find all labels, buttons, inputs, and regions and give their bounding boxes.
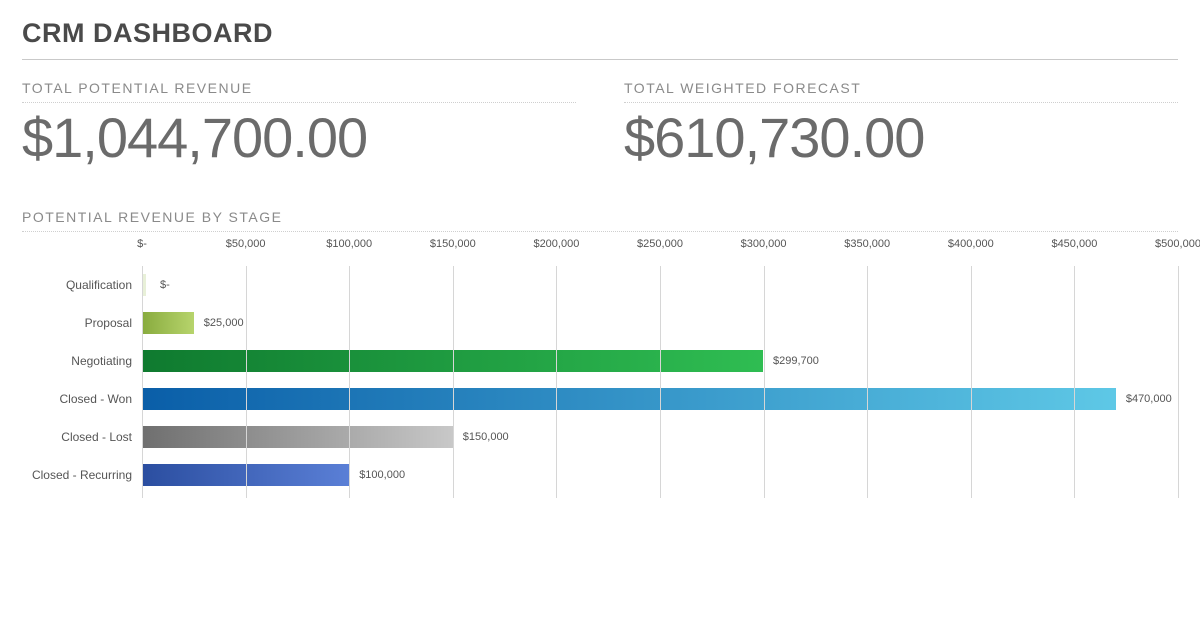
gridline	[453, 266, 454, 498]
category-label: Proposal	[22, 304, 142, 342]
bar-value-label: $470,000	[1126, 393, 1172, 405]
gridline	[971, 266, 972, 498]
bar: $150,000	[142, 426, 453, 448]
gridline	[1074, 266, 1075, 498]
category-label: Closed - Recurring	[22, 456, 142, 494]
gridline	[1178, 266, 1179, 498]
gridline	[660, 266, 661, 498]
bar: $470,000	[142, 388, 1116, 410]
x-tick-label: $150,000	[430, 238, 476, 250]
gridline	[349, 266, 350, 498]
plot-area: $- $50,000 $100,000 $150,000 $200,000 $250,00…	[142, 238, 1178, 498]
bar: $25,000	[142, 312, 194, 334]
x-tick-label: $50,000	[226, 238, 266, 250]
bar-value-label: $25,000	[204, 317, 244, 329]
x-tick-label: $200,000	[533, 238, 579, 250]
kpi-row: TOTAL POTENTIAL REVENUE $1,044,700.00 TO…	[22, 80, 1178, 169]
bar-value-label: $100,000	[359, 469, 405, 481]
gridline	[556, 266, 557, 498]
bar-value-label: $-	[160, 279, 170, 291]
x-tick-label: $500,000	[1155, 238, 1200, 250]
kpi-weighted-forecast: TOTAL WEIGHTED FORECAST $610,730.00	[624, 80, 1178, 169]
kpi-value: $610,730.00	[624, 107, 1178, 169]
bar-value-label: $150,000	[463, 431, 509, 443]
kpi-potential-revenue: TOTAL POTENTIAL REVENUE $1,044,700.00	[22, 80, 576, 169]
gridline	[867, 266, 868, 498]
gridline	[142, 266, 143, 498]
category-axis: Qualification Proposal Negotiating Close…	[22, 238, 142, 498]
page-title: CRM DASHBOARD	[22, 18, 1178, 49]
x-tick-label: $-	[137, 238, 147, 250]
category-label: Closed - Lost	[22, 418, 142, 456]
dashboard-page: CRM DASHBOARD TOTAL POTENTIAL REVENUE $1…	[0, 0, 1200, 620]
x-tick-label: $250,000	[637, 238, 683, 250]
kpi-label: TOTAL POTENTIAL REVENUE	[22, 80, 576, 103]
x-tick-label: $450,000	[1051, 238, 1097, 250]
x-axis-ticks: $-$50,000$100,000$150,000$200,000$250,00…	[142, 238, 1178, 266]
x-tick-label: $400,000	[948, 238, 994, 250]
category-label: Negotiating	[22, 342, 142, 380]
category-label: Closed - Won	[22, 380, 142, 418]
chart-section-label: POTENTIAL REVENUE BY STAGE	[22, 209, 1178, 232]
x-tick-label: $300,000	[741, 238, 787, 250]
x-tick-label: $350,000	[844, 238, 890, 250]
category-label: Qualification	[22, 266, 142, 304]
chart-section: POTENTIAL REVENUE BY STAGE Qualification…	[22, 209, 1178, 498]
gridline	[246, 266, 247, 498]
x-tick-label: $100,000	[326, 238, 372, 250]
bar-value-label: $299,700	[773, 355, 819, 367]
title-divider	[22, 59, 1178, 60]
kpi-label: TOTAL WEIGHTED FORECAST	[624, 80, 1178, 103]
gridline	[764, 266, 765, 498]
chart-area: Qualification Proposal Negotiating Close…	[22, 238, 1178, 498]
kpi-value: $1,044,700.00	[22, 107, 576, 169]
